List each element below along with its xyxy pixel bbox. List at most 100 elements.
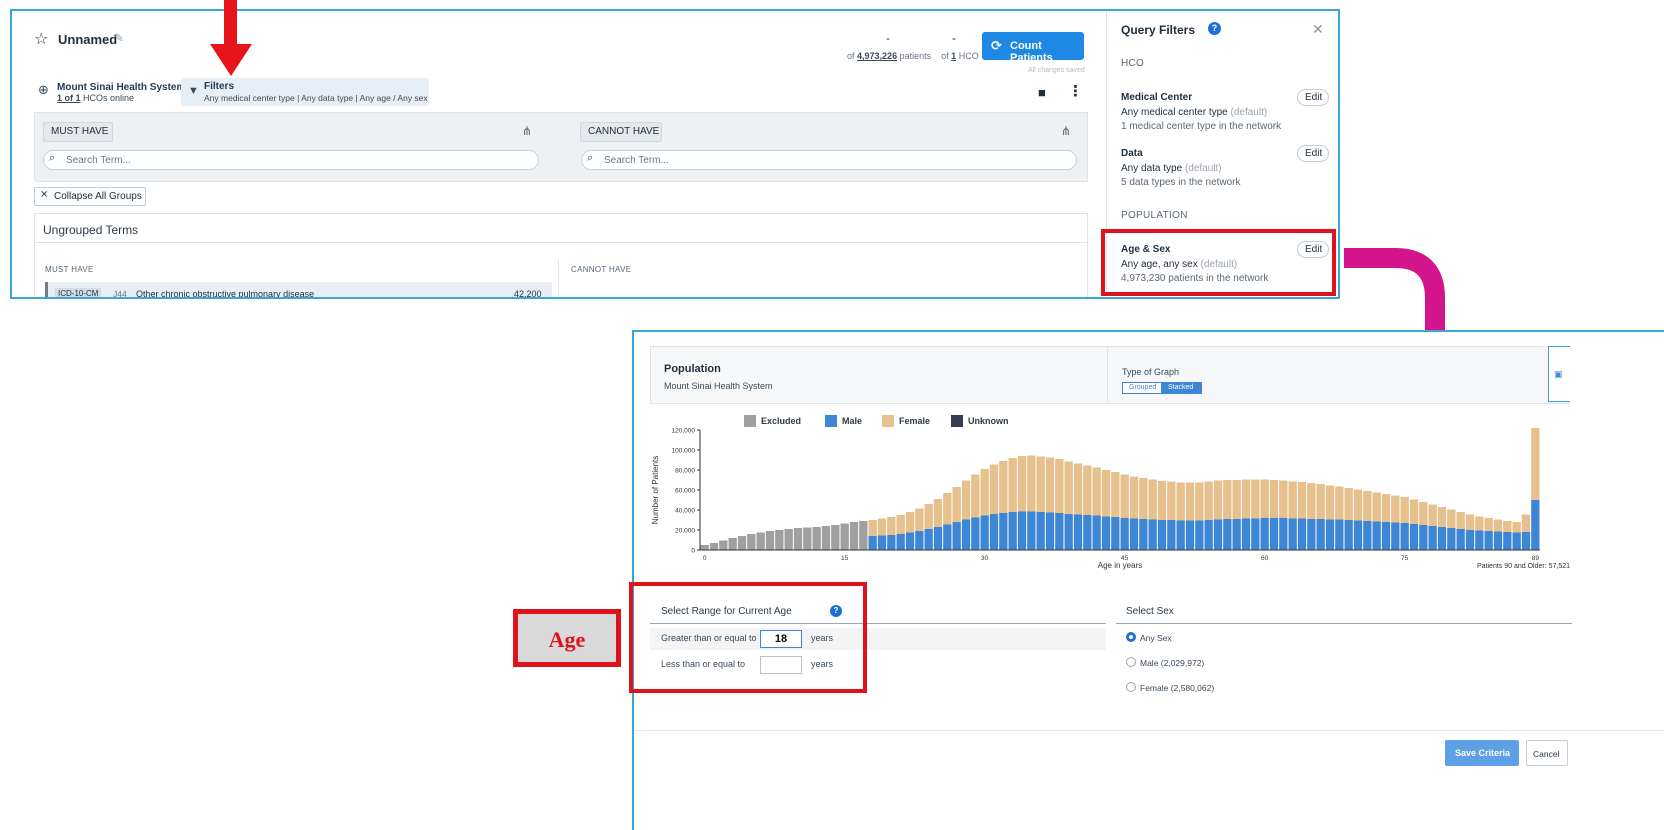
count-patients-button[interactable]: ⟳ Count Patients [982, 32, 1084, 64]
bar-female [1195, 482, 1204, 521]
bar-male [1073, 514, 1083, 550]
favorite-star-icon[interactable]: ☆ [34, 29, 48, 49]
hcos-link[interactable]: 1 of 1 [57, 93, 81, 103]
bar-male [1260, 518, 1269, 550]
bar-female [896, 515, 905, 534]
bar-male [1475, 530, 1484, 550]
term-count: 42,200 [514, 289, 542, 299]
side-tab[interactable]: ▣ [1548, 346, 1570, 402]
bar-female [1045, 457, 1055, 513]
hco-total-link[interactable]: 1 [951, 51, 956, 61]
bar-male [877, 535, 887, 550]
legend-label: Unknown [968, 416, 1009, 426]
filters-summary: Any medical center type | Any data type … [204, 93, 428, 103]
bar-male [1512, 532, 1521, 550]
cannot-have-label: CANNOT HAVE [588, 126, 660, 137]
edit-data-button[interactable]: Edit [1297, 145, 1329, 162]
bar-female [989, 464, 999, 514]
legend-swatch-female [882, 415, 894, 427]
legend-label: Excluded [761, 416, 801, 426]
hcos-suffix: HCOs online [83, 93, 135, 103]
help-icon[interactable]: ? [1208, 22, 1221, 35]
bar-male [1484, 531, 1493, 550]
save-criteria-button[interactable]: Save Criteria [1445, 740, 1519, 766]
hierarchy-icon[interactable]: ⋔ [1061, 124, 1071, 138]
query-title[interactable]: Unnamed [58, 32, 117, 47]
camera-icon[interactable]: ■ [1038, 85, 1046, 100]
cannot-have-search-input[interactable] [581, 150, 1077, 170]
term-name: Other chronic obstructive pulmonary dise… [136, 289, 315, 299]
bar-male [1213, 519, 1223, 550]
divider [35, 242, 1087, 243]
bar-female [1101, 470, 1111, 517]
bar-male [1232, 519, 1241, 550]
edit-label: Edit [1305, 148, 1323, 159]
bar-female [1232, 480, 1241, 519]
y-tick-label: 80,000 [675, 468, 695, 475]
bar-female [1456, 512, 1465, 529]
bar-male [1363, 521, 1372, 550]
hierarchy-icon[interactable]: ⋔ [522, 124, 532, 138]
bar-male [1027, 511, 1036, 550]
must-have-column-header: MUST HAVE [45, 265, 94, 274]
bar-female [1419, 502, 1428, 525]
bar-female [1027, 455, 1036, 512]
cannot-have-tab[interactable]: CANNOT HAVE [580, 122, 662, 142]
edit-medical-center-button[interactable]: Edit [1297, 89, 1329, 106]
close-icon[interactable]: ✕ [1312, 21, 1324, 38]
bar-female [1391, 495, 1400, 523]
any-sex-label: Any Sex [1140, 633, 1172, 643]
bar-female [1307, 483, 1316, 519]
hco-suffix: HCO [958, 51, 979, 61]
radio-any-sex[interactable] [1126, 632, 1136, 642]
cancel-label: Cancel [1533, 749, 1560, 759]
network-name[interactable]: Mount Sinai Health System [57, 82, 185, 93]
camera-icon: ▣ [1554, 369, 1563, 379]
must-have-tab[interactable]: MUST HAVE [43, 122, 113, 142]
query-filters-title: Query Filters [1121, 23, 1196, 37]
divider [1107, 347, 1108, 403]
bar-male [1325, 519, 1335, 550]
y-tick-label: 40,000 [675, 508, 695, 515]
radio-male[interactable] [1126, 657, 1136, 667]
bar-female [961, 480, 971, 520]
bar-male [952, 522, 961, 550]
cancel-button[interactable]: Cancel [1526, 740, 1568, 766]
bar-male [1176, 520, 1185, 550]
bar-female [1017, 456, 1027, 512]
bar-female [1139, 478, 1148, 519]
filters-chip[interactable]: ▼ Filters Any medical center type | Any … [181, 78, 429, 106]
bar-male [1381, 522, 1391, 550]
bar-female [1269, 480, 1279, 518]
patients-total-link[interactable]: 4,973,226 [857, 51, 897, 61]
bar-female [915, 508, 924, 531]
bar-excluded [775, 530, 784, 550]
search-icon: ⌕ [587, 152, 594, 164]
graph-type-stacked[interactable]: Stacked [1162, 382, 1202, 394]
collapse-all-label: Collapse All Groups [54, 191, 142, 202]
bar-excluded [812, 527, 821, 550]
x-tick-label: 0 [703, 555, 707, 562]
edit-title-icon[interactable]: ✎ [114, 31, 124, 45]
must-have-search-input[interactable] [43, 150, 539, 170]
bar-female [933, 499, 943, 527]
graph-type-grouped[interactable]: Grouped [1122, 382, 1162, 394]
bar-female [1316, 484, 1325, 519]
bar-male [1148, 519, 1157, 550]
bar-female [1493, 519, 1503, 532]
bar-female [1055, 459, 1064, 513]
medical-center-detail: 1 medical center type in the network [1121, 121, 1282, 132]
collapse-all-groups-button[interactable]: ⨯ Collapse All Groups [34, 187, 146, 206]
bar-male [1409, 524, 1419, 550]
term-row[interactable]: ICD-10-CM J44 Other chronic obstructive … [45, 282, 552, 299]
bar-male [1437, 527, 1447, 550]
bar-male [1428, 526, 1437, 550]
radio-female[interactable] [1126, 682, 1136, 692]
graph-type-label: Type of Graph [1122, 367, 1180, 377]
more-options-icon[interactable]: ⋮ [1068, 82, 1083, 100]
bar-female [1297, 482, 1307, 519]
bar-female [1111, 472, 1120, 517]
bar-female [1176, 482, 1185, 521]
bar-male [1204, 520, 1213, 550]
bar-male [971, 517, 980, 550]
